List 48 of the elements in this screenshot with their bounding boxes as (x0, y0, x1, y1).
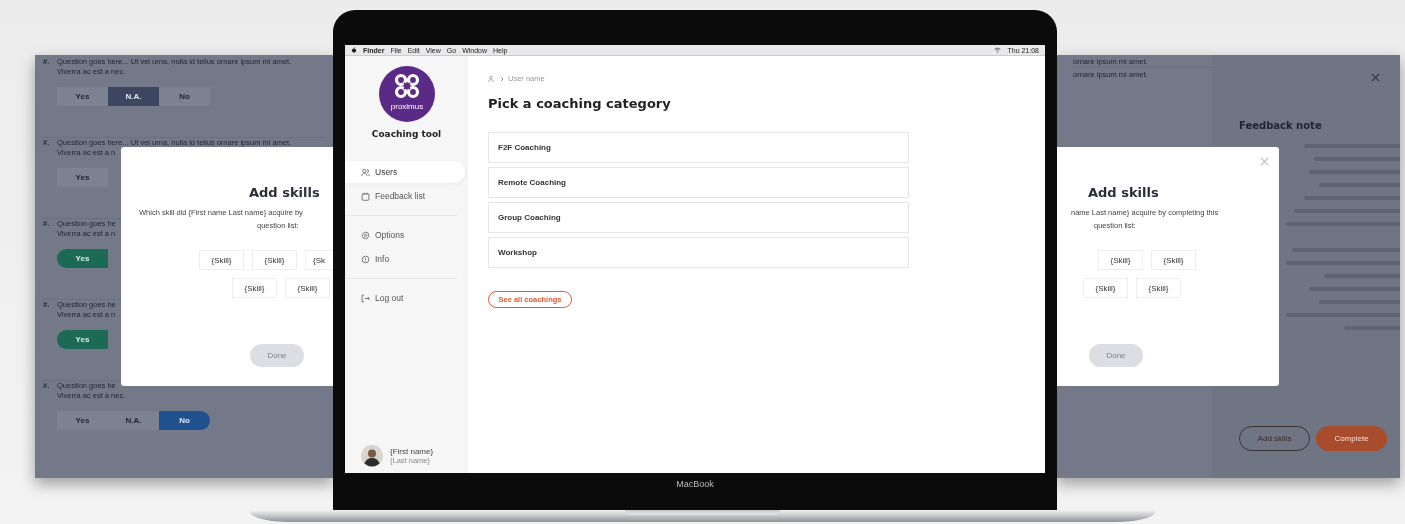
dialog-title: Add skills (1088, 185, 1159, 200)
skill-chip[interactable]: {Skill} (285, 278, 330, 298)
skill-chip[interactable]: {Skill} (199, 250, 244, 270)
skill-chip[interactable]: {Sk (305, 250, 333, 270)
users-icon[interactable] (488, 74, 496, 83)
laptop-brand: MacBook (676, 479, 714, 489)
user-first-name: {First name} (390, 447, 434, 456)
close-icon[interactable] (1371, 73, 1380, 82)
answer-option[interactable]: N.A. (108, 87, 159, 106)
panel-title: Feedback note (1239, 120, 1322, 131)
nav-item[interactable]: Feedback list (345, 185, 465, 207)
answer-option[interactable]: Yes (57, 87, 108, 106)
answer-option[interactable]: N.A. (108, 411, 159, 430)
skill-chip[interactable]: {Skill} (252, 250, 297, 270)
skill-chip[interactable]: {Skill} (1151, 250, 1196, 270)
chevron-icon (500, 75, 504, 82)
category-card[interactable]: Group Coaching (488, 202, 909, 233)
answer-option[interactable]: Yes (57, 411, 108, 430)
info-icon (361, 254, 370, 264)
nav-item[interactable]: Options (345, 224, 465, 246)
logo-icon: proximus (378, 66, 435, 122)
answer-option[interactable]: Yes (57, 168, 108, 187)
nav-item[interactable]: Info (345, 248, 465, 270)
skill-chip[interactable]: {Skill} (1098, 250, 1143, 270)
dialog-title: Add skills (249, 185, 320, 200)
complete-button[interactable]: Complete (1316, 426, 1387, 451)
gear-icon (361, 230, 370, 240)
skill-chip[interactable]: {Skill} (232, 278, 277, 298)
close-icon[interactable] (1260, 157, 1269, 166)
app-name: Coaching tool (371, 129, 442, 139)
page-title: Pick a coaching category (488, 96, 671, 111)
category-card[interactable]: Workshop (488, 237, 909, 268)
category-card[interactable]: F2F Coaching (488, 132, 909, 163)
category-card[interactable]: Remote Coaching (488, 167, 909, 198)
skill-chip[interactable]: {Skill} (1136, 278, 1181, 298)
calendar-icon (361, 191, 370, 201)
users-icon (361, 167, 370, 177)
nav-item[interactable]: Users (345, 161, 465, 183)
avatar-icon[interactable] (361, 445, 383, 467)
wifi-icon[interactable] (994, 47, 1002, 53)
answer-option[interactable]: No (159, 411, 210, 430)
nav-item[interactable]: Log out (345, 287, 465, 309)
answer-option[interactable]: Yes (57, 249, 108, 268)
apple-icon[interactable] (351, 47, 357, 53)
skill-chip[interactable]: {Skill} (1083, 278, 1128, 298)
answer-option[interactable]: No (159, 87, 210, 106)
logout-icon (361, 293, 370, 303)
answer-option[interactable]: Yes (57, 330, 108, 349)
